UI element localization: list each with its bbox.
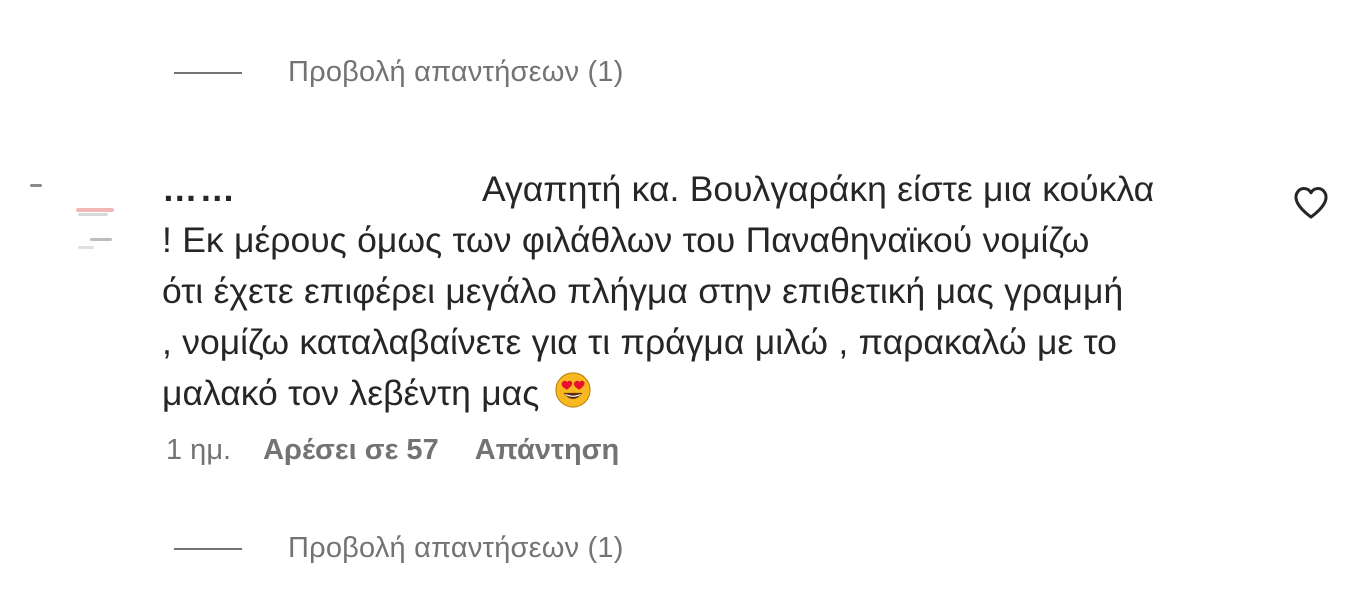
comment-text-line: μαλακό τον λεβέντη μας xyxy=(162,373,540,413)
comment-likes-count[interactable]: Αρέσει σε 57 xyxy=(263,434,439,467)
replies-divider-line xyxy=(174,547,242,550)
comment-text-line: , νομίζω καταλαβαίνετε για τι πράγμα μιλ… xyxy=(162,322,1117,362)
heart-icon[interactable] xyxy=(1292,184,1330,220)
view-replies-button-bottom[interactable]: Προβολή απαντήσεων (1) xyxy=(174,532,624,565)
comment-timestamp[interactable]: 1 ημ. xyxy=(166,434,231,467)
comments-panel: Προβολή απαντήσεων (1) …… Αγαπητή κα. Βου… xyxy=(0,0,1360,593)
comment: …… Αγαπητή κα. Βουλγαράκη είστε μια κούκλ… xyxy=(162,164,1262,419)
comment-meta: 1 ημ. Αρέσει σε 57 Απάντηση xyxy=(166,434,619,467)
view-replies-button-top[interactable]: Προβολή απαντήσεων (1) xyxy=(174,56,624,89)
comment-body: …… Αγαπητή κα. Βουλγαράκη είστε μια κούκλ… xyxy=(162,164,1262,419)
comment-text-line: ! Εκ μέρους όμως των φιλάθλων του Παναθη… xyxy=(162,220,1090,260)
view-replies-label: Προβολή απαντήσεων (1) xyxy=(288,532,624,564)
comment-text-line: ότι έχετε επιφέρει μεγάλο πλήγμα στην επ… xyxy=(162,271,1124,311)
comment-text-line: Αγαπητή κα. Βουλγαράκη είστε μια κούκλα xyxy=(482,169,1155,209)
reply-button[interactable]: Απάντηση xyxy=(475,434,620,467)
view-replies-label: Προβολή απαντήσεων (1) xyxy=(288,56,624,88)
avatar[interactable] xyxy=(20,168,130,268)
comment-username[interactable]: …… xyxy=(162,164,482,215)
replies-divider-line xyxy=(174,71,242,74)
heart-eyes-emoji-icon xyxy=(555,372,591,408)
